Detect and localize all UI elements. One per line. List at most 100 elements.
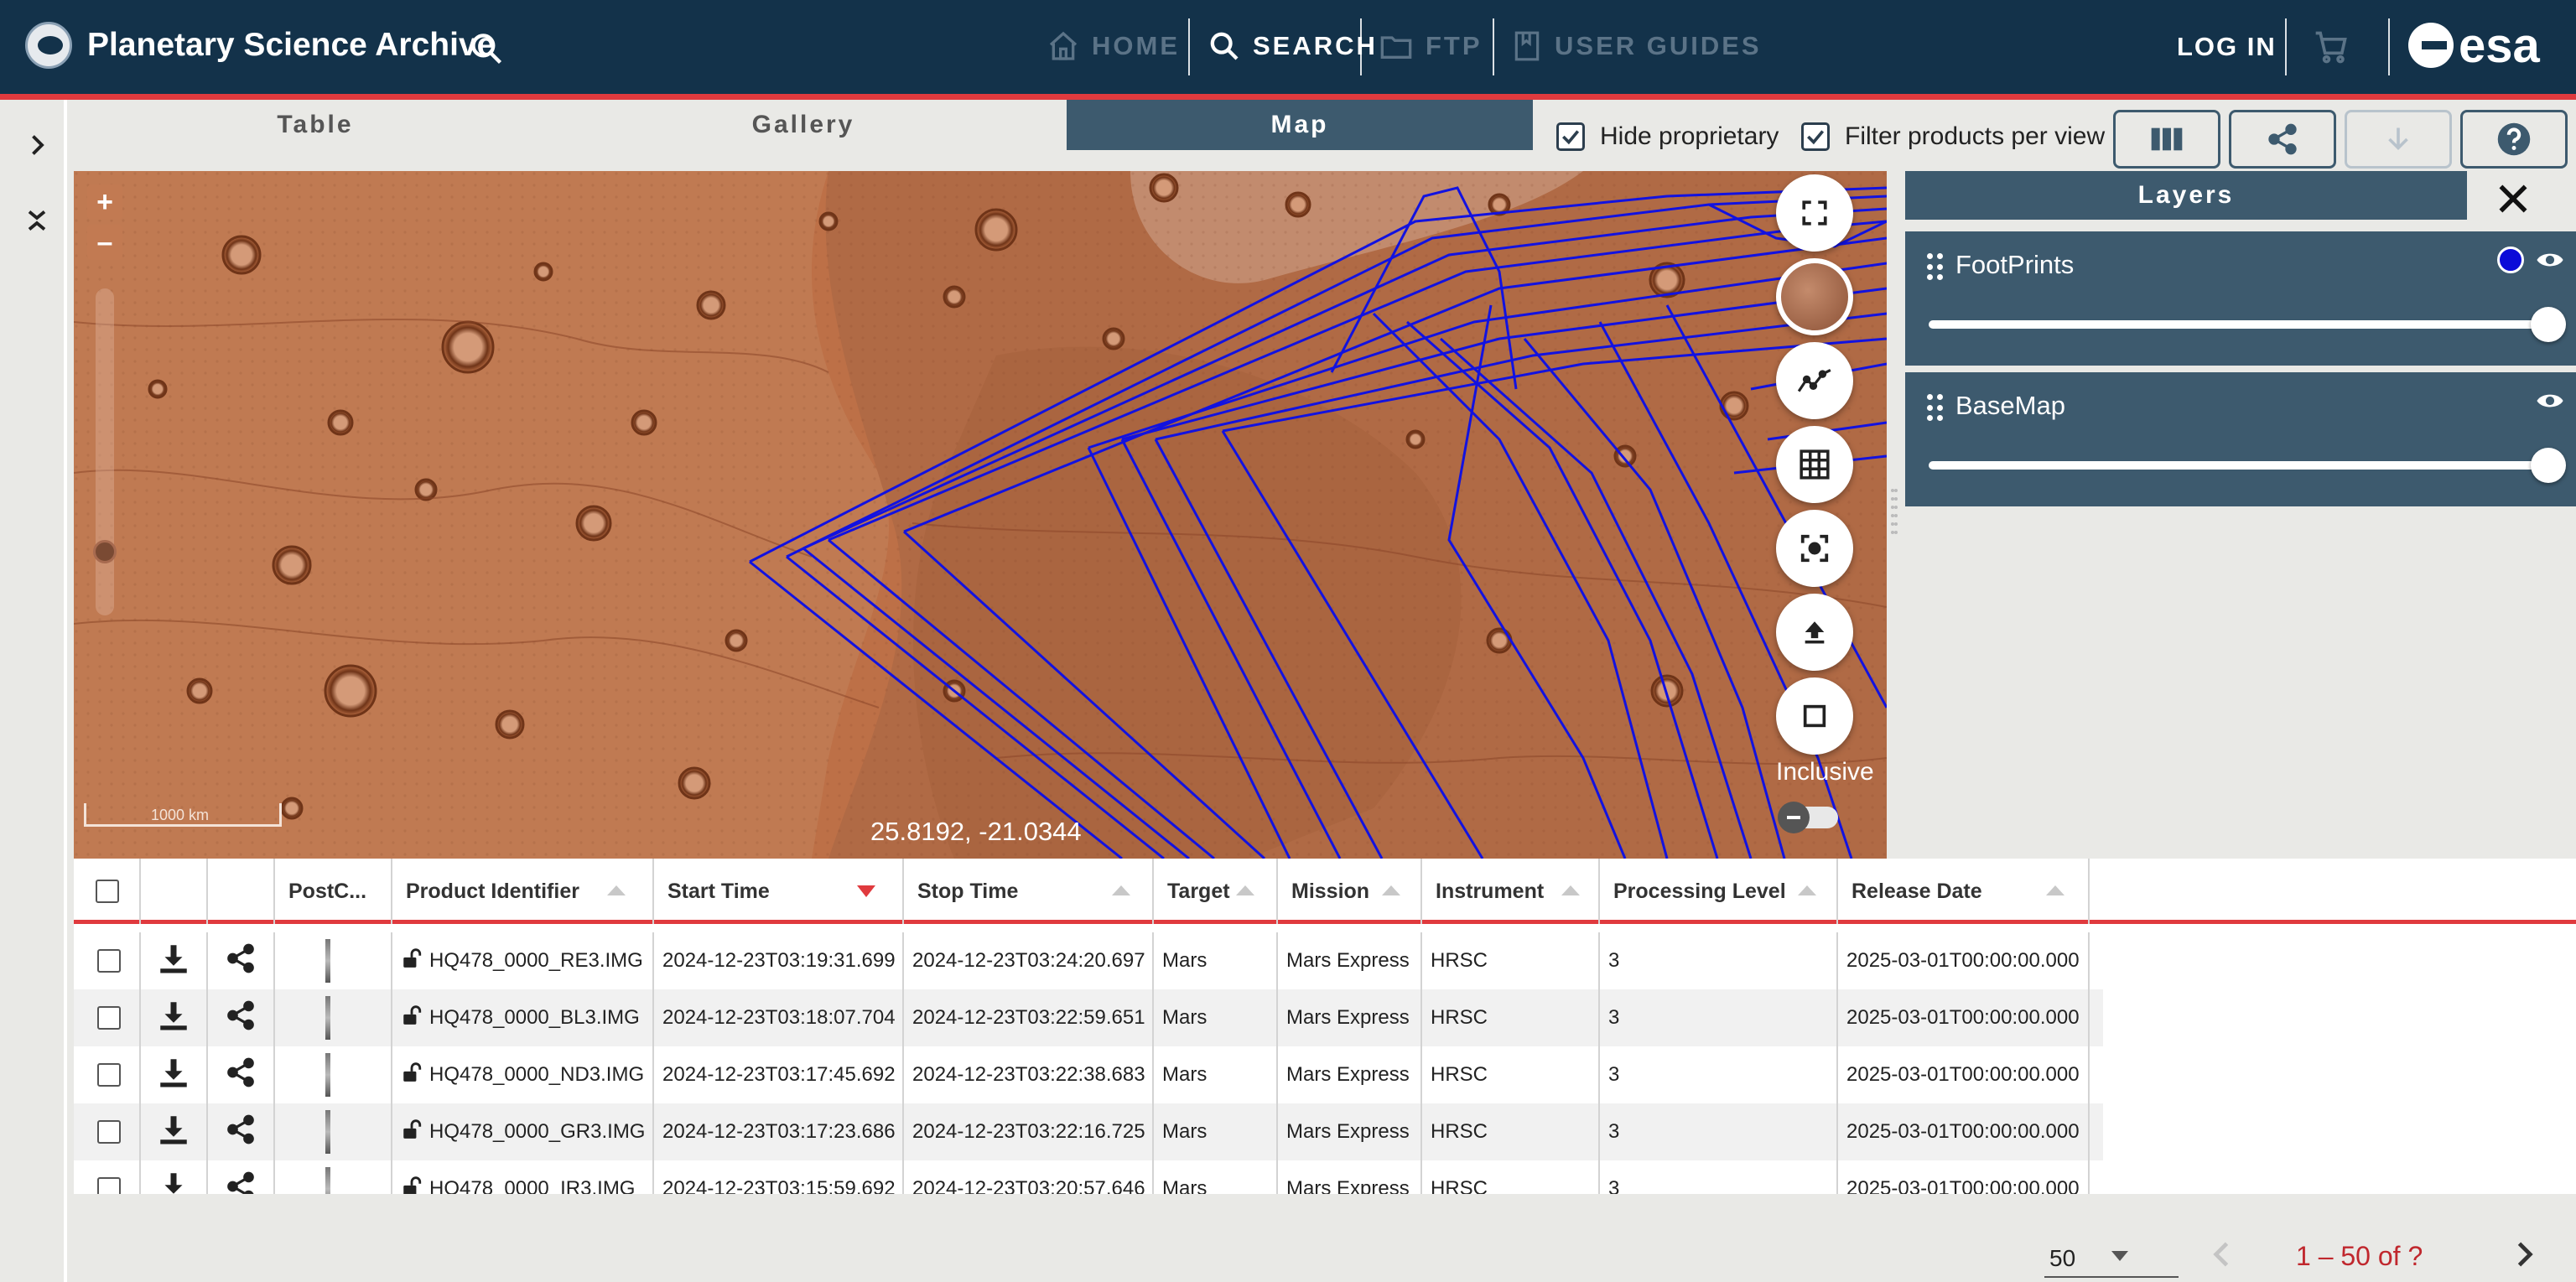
tab-gallery[interactable]: Gallery — [562, 100, 1045, 150]
filter-products-checkbox[interactable] — [1801, 122, 1830, 151]
drag-handle-icon[interactable] — [1927, 394, 1944, 423]
nav-search[interactable]: SEARCH — [1208, 27, 1378, 65]
center-view-button[interactable] — [1776, 510, 1853, 587]
column-header-mission[interactable]: Mission — [1278, 859, 1422, 924]
download-icon[interactable] — [156, 1169, 191, 1195]
chevron-right-icon[interactable] — [22, 130, 52, 160]
zoom-out-button[interactable]: – — [87, 225, 122, 260]
table-row[interactable]: HQ478_0000_GR3.IMG 2024-12-23T03:17:23.68… — [74, 1103, 2103, 1160]
table-row[interactable]: HQ478_0000_RE3.IMG 2024-12-23T03:19:31.69… — [74, 932, 2103, 989]
column-header-processing-level[interactable]: Processing Level — [1600, 859, 1838, 924]
grid-toggle-button[interactable] — [1776, 426, 1853, 503]
column-header-release-date[interactable]: Release Date — [1838, 859, 2090, 924]
postcard-thumbnail[interactable] — [325, 1167, 330, 1194]
postcard-thumbnail[interactable] — [325, 1110, 330, 1154]
row-share-cell — [208, 1160, 275, 1194]
sort-icon[interactable] — [607, 885, 626, 895]
help-button[interactable] — [2460, 110, 2568, 169]
columns-button[interactable] — [2113, 110, 2220, 169]
hide-proprietary-option[interactable]: Hide proprietary — [1556, 118, 1779, 155]
layer-opacity-track[interactable] — [1929, 320, 2547, 329]
download-icon[interactable] — [156, 941, 191, 982]
column-header-postcard[interactable]: PostC... — [275, 859, 392, 924]
share-icon[interactable] — [225, 942, 257, 980]
share-icon[interactable] — [225, 1056, 257, 1094]
zoom-slider-handle[interactable] — [93, 540, 117, 563]
basemap-switcher-button[interactable] — [1776, 258, 1853, 335]
sort-descending-icon[interactable] — [857, 885, 875, 897]
hide-proprietary-checkbox[interactable] — [1556, 122, 1585, 151]
column-header-start-time[interactable]: Start Time — [654, 859, 904, 924]
inclusive-toggle[interactable] — [1778, 802, 1841, 833]
mars-basemap[interactable] — [74, 171, 1887, 859]
search-icon[interactable] — [468, 30, 505, 67]
zoom-slider[interactable] — [96, 288, 114, 615]
login-button[interactable]: LOG IN — [2177, 32, 2277, 62]
share-icon[interactable] — [225, 1113, 257, 1151]
layer-opacity-handle[interactable] — [2531, 307, 2566, 342]
collapse-icon[interactable] — [22, 205, 52, 236]
download-icon[interactable] — [156, 998, 191, 1039]
select-all-checkbox[interactable] — [96, 880, 119, 903]
cart-icon[interactable] — [2313, 29, 2350, 65]
product-identifier[interactable]: HQ478_0000_IR3.IMG — [429, 1177, 635, 1194]
close-icon[interactable] — [2492, 178, 2534, 220]
nav-home[interactable]: HOME — [1046, 27, 1180, 65]
esa-logo[interactable]: esa — [2408, 18, 2551, 73]
layer-opacity-handle[interactable] — [2531, 448, 2566, 483]
table-row[interactable]: HQ478_0000_BL3.IMG 2024-12-23T03:18:07.70… — [74, 989, 2103, 1046]
app-title[interactable]: Planetary Science Archive — [87, 27, 495, 64]
upload-button[interactable] — [1776, 594, 1853, 671]
table-row[interactable]: HQ478_0000_IR3.IMG 2024-12-23T03:15:59.69… — [74, 1160, 2103, 1194]
tab-table[interactable]: Table — [74, 100, 557, 150]
share-button[interactable] — [2229, 110, 2336, 169]
sort-icon[interactable] — [1382, 885, 1400, 895]
nav-user-guides[interactable]: USER GUIDES — [1511, 27, 1762, 65]
map-view[interactable]: + – 1000 km 25.8192, -21.0344 Inclusive — [74, 171, 1887, 859]
panel-splitter-handle[interactable] — [1891, 486, 1898, 545]
sort-icon[interactable] — [1112, 885, 1130, 895]
next-page-icon[interactable] — [2506, 1236, 2542, 1273]
filter-products-option[interactable]: Filter products per view — [1801, 118, 2105, 155]
column-header-instrument[interactable]: Instrument — [1422, 859, 1600, 924]
column-header-target[interactable]: Target — [1154, 859, 1278, 924]
download-icon[interactable] — [156, 1112, 191, 1153]
postcard-thumbnail[interactable] — [325, 996, 330, 1040]
row-checkbox[interactable] — [97, 1063, 121, 1087]
share-icon[interactable] — [225, 1170, 257, 1194]
column-header-product-identifier[interactable]: Product Identifier — [392, 859, 654, 924]
nav-ftp[interactable]: FTP — [1379, 27, 1483, 65]
eye-icon[interactable] — [2536, 250, 2564, 270]
product-identifier[interactable]: HQ478_0000_RE3.IMG — [429, 949, 643, 973]
sort-icon[interactable] — [1236, 885, 1254, 895]
previous-page-icon[interactable] — [2204, 1236, 2241, 1273]
draw-box-button[interactable] — [1776, 677, 1853, 755]
fullscreen-button[interactable] — [1776, 174, 1853, 252]
row-checkbox[interactable] — [97, 1177, 121, 1194]
tab-map[interactable]: Map — [1067, 100, 1533, 150]
product-identifier[interactable]: HQ478_0000_GR3.IMG — [429, 1120, 645, 1144]
download-button[interactable] — [2345, 110, 2452, 169]
row-checkbox[interactable] — [97, 1120, 121, 1144]
measure-button[interactable] — [1776, 342, 1853, 419]
layer-opacity-track[interactable] — [1929, 461, 2547, 470]
row-checkbox[interactable] — [97, 1006, 121, 1030]
postcard-thumbnail[interactable] — [325, 1053, 330, 1097]
product-identifier[interactable]: HQ478_0000_BL3.IMG — [429, 1006, 640, 1030]
zoom-in-button[interactable]: + — [87, 184, 122, 220]
product-identifier[interactable]: HQ478_0000_ND3.IMG — [429, 1063, 644, 1087]
table-row[interactable]: HQ478_0000_ND3.IMG 2024-12-23T03:17:45.69… — [74, 1046, 2103, 1103]
share-icon[interactable] — [225, 999, 257, 1037]
drag-handle-icon[interactable] — [1927, 253, 1944, 282]
postcard-thumbnail[interactable] — [325, 939, 330, 983]
sort-icon[interactable] — [2046, 885, 2064, 895]
row-checkbox[interactable] — [97, 949, 121, 973]
column-header-stop-time[interactable]: Stop Time — [904, 859, 1154, 924]
eye-icon[interactable] — [2536, 391, 2564, 411]
sort-icon[interactable] — [1561, 885, 1580, 895]
layer-color-swatch[interactable] — [2497, 247, 2524, 273]
download-icon[interactable] — [156, 1055, 191, 1096]
sort-icon[interactable] — [1798, 885, 1816, 895]
psa-logo[interactable] — [25, 22, 72, 69]
dropdown-arrow-icon[interactable] — [2111, 1251, 2128, 1261]
